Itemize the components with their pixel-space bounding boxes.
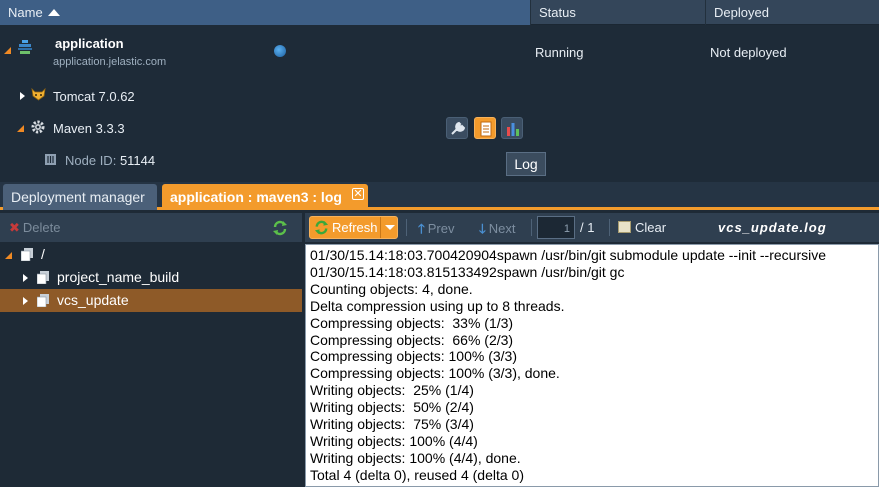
- expand-arrow-icon[interactable]: [20, 92, 25, 100]
- refresh-dropdown-button[interactable]: [380, 217, 398, 238]
- log-line: Compressing objects: 100% (3/3): [310, 348, 517, 365]
- log-button[interactable]: [474, 117, 496, 139]
- page-number-input[interactable]: 1: [537, 216, 575, 239]
- log-line: Writing objects: 25% (1/4): [310, 382, 474, 399]
- toolbar-divider: [531, 219, 532, 236]
- environment-title[interactable]: application: [55, 36, 124, 51]
- statistics-button[interactable]: [501, 117, 523, 139]
- log-line: Writing objects: 100% (4/4), done.: [310, 449, 521, 466]
- collapse-arrow-icon[interactable]: [17, 125, 24, 132]
- config-button[interactable]: [446, 117, 468, 139]
- sort-ascending-icon: [47, 9, 60, 16]
- toolbar-divider: [406, 219, 407, 236]
- tomcat-label: Tomcat 7.0.62: [53, 89, 135, 104]
- grid-header: Name Status Deployed: [0, 0, 879, 25]
- log-file-tree-panel: ✖ Delete / project_name_build vcs_update: [0, 213, 302, 487]
- tree-item-vcs-update[interactable]: vcs_update: [0, 289, 302, 312]
- tree-item-project-name-build[interactable]: project_name_build: [0, 266, 302, 289]
- log-line: Writing objects: 75% (3/4): [310, 416, 474, 433]
- prev-label: Prev: [427, 221, 455, 236]
- column-status-label: Status: [539, 5, 576, 20]
- node-row-tomcat[interactable]: Tomcat 7.0.62: [0, 82, 879, 110]
- next-label: Next: [488, 221, 516, 236]
- column-name-label: Name: [8, 5, 43, 20]
- node-row-id: Node ID: 51144: [0, 146, 879, 174]
- tomcat-icon: [31, 88, 46, 101]
- log-line: Writing objects: 100% (4/4): [310, 432, 478, 449]
- bar-chart-icon: [507, 123, 519, 136]
- tab-bar: Deployment manager application : maven3 …: [0, 182, 879, 210]
- log-viewer-panel: Refresh 🡑 Prev 🡓 Next 1 / 1 Clear vcs_upda…: [305, 213, 879, 487]
- prev-button[interactable]: 🡑 Prev: [418, 220, 455, 242]
- document-icon: [480, 121, 492, 137]
- node-icon: [45, 154, 56, 165]
- clear-label: Clear: [635, 220, 667, 235]
- collapse-arrow-icon[interactable]: [5, 252, 12, 259]
- refresh-label: Refresh: [332, 220, 378, 235]
- tab-application-log[interactable]: application : maven3 : log ✕: [162, 184, 368, 210]
- environment-icon: [18, 40, 32, 54]
- delete-button[interactable]: ✖ Delete: [9, 220, 60, 236]
- log-toolbar: Refresh 🡑 Prev 🡓 Next 1 / 1 Clear vcs_upda…: [305, 213, 879, 242]
- node-id-label: Node ID:: [65, 153, 117, 168]
- log-tooltip: Log: [506, 152, 546, 176]
- log-file-name: vcs_update.log: [718, 220, 827, 235]
- log-line: 01/30/15.14:18:03.815133492spawn /usr/bi…: [310, 263, 625, 280]
- wrench-icon: [451, 121, 466, 135]
- page-total: / 1: [580, 220, 595, 235]
- gear-icon: [31, 120, 45, 134]
- log-line: Delta compression using up to 8 threads.: [310, 297, 565, 314]
- environment-deployed: Not deployed: [710, 45, 787, 60]
- tree-item-label: project_name_build: [57, 269, 180, 285]
- tree-toolbar: ✖ Delete: [0, 213, 302, 242]
- tab-application-log-label: application : maven3 : log: [170, 189, 342, 205]
- tree-item-label: /: [41, 246, 45, 262]
- toolbar-divider: [609, 219, 610, 236]
- environment-domain-link[interactable]: application.jelastic.com: [53, 56, 166, 68]
- collapse-arrow-icon[interactable]: [4, 47, 11, 54]
- clear-button[interactable]: Clear: [618, 220, 666, 235]
- refresh-icon[interactable]: [272, 220, 288, 236]
- globe-icon[interactable]: [274, 45, 286, 57]
- column-header-status[interactable]: Status: [531, 0, 706, 25]
- log-line: Writing objects: 50% (2/4): [310, 399, 474, 416]
- column-header-name[interactable]: Name: [0, 0, 531, 25]
- tree-item-label: vcs_update: [57, 292, 129, 308]
- log-line: 01/30/15.14:18:03.700420904spawn /usr/bi…: [310, 247, 826, 263]
- files-icon: [37, 294, 49, 307]
- files-icon: [37, 271, 49, 284]
- delete-icon: ✖: [9, 220, 20, 235]
- delete-label: Delete: [22, 220, 61, 235]
- refresh-icon: [314, 220, 329, 235]
- maven-label: Maven 3.3.3: [53, 121, 125, 136]
- tree-item-root[interactable]: /: [0, 243, 302, 266]
- environment-grid: Name Status Deployed application applica…: [0, 0, 879, 182]
- environment-row-application[interactable]: application application.jelastic.com Run…: [0, 26, 879, 78]
- log-line: Compressing objects: 33% (1/3): [310, 314, 514, 331]
- expand-arrow-icon[interactable]: [23, 297, 28, 305]
- node-row-maven[interactable]: Maven 3.3.3: [0, 114, 879, 142]
- refresh-button[interactable]: Refresh: [309, 216, 398, 239]
- node-id: Node ID: 51144: [65, 153, 155, 168]
- environment-status: Running: [535, 45, 584, 60]
- log-line: Counting objects: 4, done.: [310, 280, 473, 297]
- column-header-deployed[interactable]: Deployed: [706, 0, 879, 25]
- expand-arrow-icon[interactable]: [23, 274, 28, 282]
- eraser-icon: [618, 221, 631, 233]
- tab-deployment-manager[interactable]: Deployment manager: [3, 184, 157, 210]
- close-icon[interactable]: ✕: [352, 188, 364, 200]
- next-button[interactable]: 🡓 Next: [479, 220, 516, 242]
- log-line: Compressing objects: 100% (3/3), done.: [310, 365, 560, 382]
- files-icon: [21, 248, 33, 261]
- log-content[interactable]: 01/30/15.14:18:03.700420904spawn /usr/bi…: [305, 244, 879, 487]
- log-line: Compressing objects: 66% (2/3): [310, 331, 514, 348]
- log-line: Total 4 (delta 0), reused 4 (delta 0): [310, 466, 525, 483]
- node-id-value: 51144: [119, 153, 156, 168]
- arrow-down-icon: 🡓: [479, 221, 486, 236]
- column-deployed-label: Deployed: [714, 5, 769, 20]
- arrow-up-icon: 🡑: [418, 221, 425, 236]
